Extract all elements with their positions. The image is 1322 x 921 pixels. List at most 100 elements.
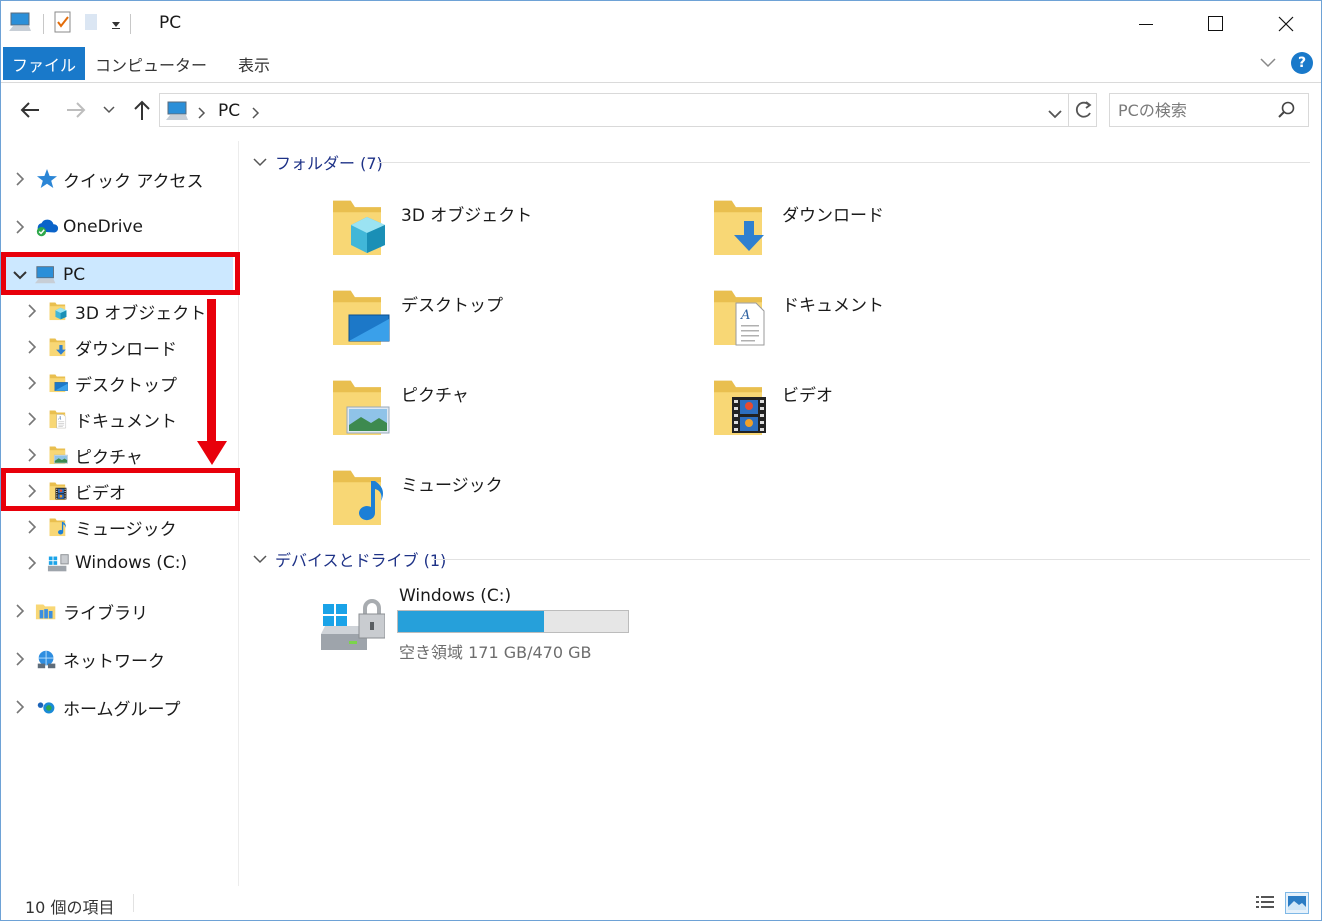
folder-tile-pictures[interactable]: ピクチャ	[331, 373, 711, 449]
nav-item-drive[interactable]: Windows (C:)	[1, 545, 237, 581]
drive-usage-fill	[398, 611, 545, 632]
chevron-right-icon[interactable]	[23, 374, 41, 392]
nav-item-libraries[interactable]: ライブラリ	[1, 593, 237, 629]
back-arrow-icon	[20, 102, 39, 118]
large-icons-view-button[interactable]	[1285, 892, 1309, 914]
nav-item-label: 3D オブジェクト	[75, 303, 207, 324]
folder-tile-documents[interactable]: A ドキュメント	[712, 283, 1092, 359]
forward-button[interactable]	[61, 95, 91, 125]
drive-tile-c[interactable]: Windows (C:) 空き領域 171 GB/470 GB	[319, 586, 649, 666]
3d-objects-folder-icon	[331, 193, 393, 261]
drive-icon	[319, 586, 386, 660]
folders-group-header[interactable]: フォルダー (7)	[253, 151, 383, 173]
folder-tile-label: ビデオ	[782, 386, 833, 406]
up-button[interactable]	[127, 95, 157, 125]
nav-item-label: ダウンロード	[75, 339, 177, 360]
folder-tile-label: デスクトップ	[401, 296, 503, 316]
search-icon[interactable]	[1278, 101, 1296, 123]
tab-view[interactable]: 表示	[223, 47, 285, 80]
collapse-chevron-icon[interactable]	[253, 157, 269, 167]
details-view-button[interactable]	[1253, 892, 1277, 914]
nav-item-label: ドキュメント	[75, 411, 177, 432]
nav-item-label: デスクトップ	[75, 375, 177, 396]
collapse-chevron-icon[interactable]	[253, 554, 269, 564]
3d-objects-folder-icon	[47, 300, 71, 322]
chevron-right-icon[interactable]	[23, 446, 41, 464]
libraries-icon	[35, 600, 59, 622]
drives-group-header[interactable]: デバイスとドライブ (1)	[253, 548, 446, 570]
expand-ribbon-icon[interactable]	[1259, 54, 1277, 73]
folder-tile-3d-objects[interactable]: 3D オブジェクト	[331, 193, 711, 269]
chevron-right-icon[interactable]	[11, 218, 29, 236]
drive-icon	[47, 552, 71, 574]
item-count: 10 個の項目	[25, 898, 115, 917]
homegroup-icon	[35, 696, 59, 718]
nav-item-downloads-folder[interactable]: ダウンロード	[1, 329, 237, 365]
nav-item-3d-objects-folder[interactable]: 3D オブジェクト	[1, 293, 237, 329]
annotation-box-videos	[1, 468, 240, 511]
nav-item-music-folder[interactable]: ミュージック	[1, 509, 237, 545]
navigation-bar: PC	[1, 87, 1321, 133]
close-button[interactable]	[1251, 1, 1321, 47]
annotation-box-pc	[1, 252, 240, 295]
nav-item-label: ライブラリ	[63, 603, 148, 624]
chevron-right-icon[interactable]	[23, 554, 41, 572]
downloads-folder-icon	[47, 336, 71, 358]
new-folder-icon[interactable]	[82, 11, 102, 37]
music-folder-icon	[47, 516, 71, 538]
pictures-folder-icon	[331, 373, 393, 441]
music-folder-icon	[331, 463, 393, 531]
network-icon	[35, 648, 59, 670]
annotation-arrow-head	[197, 441, 227, 465]
quick-access-toolbar	[9, 9, 131, 39]
refresh-icon[interactable]	[1074, 100, 1094, 124]
desktop-folder-icon	[331, 283, 393, 351]
back-button[interactable]	[15, 95, 45, 125]
properties-icon[interactable]	[52, 10, 74, 38]
nav-item-documents-folder[interactable]: A ドキュメント	[1, 401, 237, 437]
drive-free-space: 空き領域 171 GB/470 GB	[399, 643, 592, 662]
help-button[interactable]: ?	[1291, 52, 1313, 74]
breadcrumb-separator-icon[interactable]	[198, 104, 206, 123]
chevron-right-icon[interactable]	[23, 410, 41, 428]
chevron-right-icon[interactable]	[23, 302, 41, 320]
nav-item-network[interactable]: ネットワーク	[1, 641, 237, 677]
breadcrumb-separator-icon[interactable]	[252, 104, 260, 123]
tab-file[interactable]: ファイル	[3, 47, 85, 80]
onedrive-cloud-icon	[35, 216, 59, 238]
pc-window-icon	[9, 11, 35, 37]
nav-item-star[interactable]: クイック アクセス	[1, 161, 237, 197]
folder-tile-music[interactable]: ミュージック	[331, 463, 711, 539]
maximize-button[interactable]	[1181, 1, 1251, 47]
chevron-right-icon[interactable]	[11, 170, 29, 188]
svg-text:A: A	[740, 308, 750, 323]
downloads-folder-icon	[712, 193, 774, 261]
search-input[interactable]	[1118, 99, 1278, 121]
documents-folder-icon: A	[712, 283, 774, 351]
search-box[interactable]	[1109, 93, 1309, 127]
drive-label: Windows (C:)	[399, 586, 512, 606]
tab-computer[interactable]: コンピューター	[93, 47, 209, 80]
nav-item-homegroup[interactable]: ホームグループ	[1, 689, 237, 725]
pictures-folder-icon	[47, 444, 71, 466]
chevron-right-icon[interactable]	[11, 650, 29, 668]
nav-item-desktop-folder[interactable]: デスクトップ	[1, 365, 237, 401]
nav-item-label: Windows (C:)	[75, 553, 188, 573]
nav-item-onedrive-cloud[interactable]: OneDrive	[1, 209, 237, 245]
nav-item-label: ミュージック	[75, 519, 177, 540]
folder-tile-desktop[interactable]: デスクトップ	[331, 283, 711, 359]
recent-locations-button[interactable]	[97, 95, 121, 125]
chevron-right-icon[interactable]	[23, 518, 41, 536]
chevron-right-icon[interactable]	[23, 338, 41, 356]
close-icon	[1278, 16, 1294, 32]
folder-tile-videos[interactable]: ビデオ	[712, 373, 1092, 449]
chevron-right-icon[interactable]	[11, 602, 29, 620]
qat-dropdown-icon[interactable]	[110, 15, 122, 34]
minimize-button[interactable]	[1111, 1, 1181, 47]
chevron-right-icon[interactable]	[11, 698, 29, 716]
folder-tile-downloads[interactable]: ダウンロード	[712, 193, 1092, 269]
breadcrumb-pc[interactable]: PC	[218, 101, 240, 121]
large-icons-view-icon	[1288, 896, 1306, 910]
address-bar[interactable]: PC	[159, 93, 1097, 127]
address-history-dropdown-icon[interactable]	[1048, 104, 1062, 123]
